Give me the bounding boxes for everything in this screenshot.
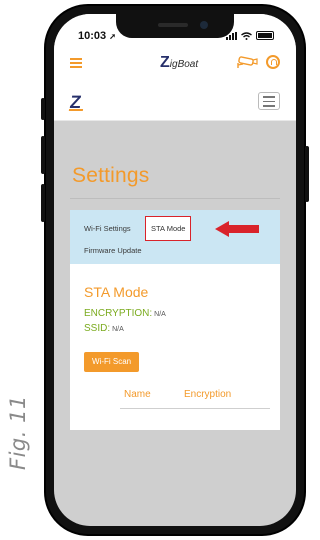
tab-firmware-update[interactable]: Firmware Update <box>84 246 142 255</box>
ssid-row: SSID: N/A <box>84 323 124 334</box>
front-camera <box>200 21 208 29</box>
settings-tabs: Wi-Fi Settings STA Mode Firmware Update <box>70 210 280 264</box>
location-arrow-icon: ➚ <box>109 32 116 41</box>
column-header-encryption: Encryption <box>184 389 232 400</box>
wifi-scan-button[interactable]: Wi-Fi Scan <box>84 352 140 372</box>
encryption-label: ENCRYPTION: <box>84 308 153 319</box>
column-header-name: Name <box>124 389 151 400</box>
phone-screen: 10:03 ➚ ZigBoat Z Settings Wi-Fi Setting… <box>54 14 296 526</box>
phone-frame: 10:03 ➚ ZigBoat Z Settings Wi-Fi Setting… <box>41 4 309 536</box>
wifi-icon <box>241 31 252 40</box>
app-bar: ZigBoat <box>54 48 296 79</box>
notch <box>116 14 234 38</box>
alarm-bell-icon[interactable] <box>266 55 280 69</box>
table-divider <box>120 408 270 409</box>
security-camera-icon[interactable] <box>236 56 258 70</box>
sta-mode-title: STA Mode <box>84 284 149 300</box>
title-divider <box>70 198 280 199</box>
ssid-value: N/A <box>112 326 124 333</box>
page-title: Settings <box>72 164 150 187</box>
figure-label: Fig. 11 <box>6 395 30 470</box>
tab-wifi-settings[interactable]: Wi-Fi Settings <box>84 224 131 233</box>
ssid-label: SSID: <box>84 323 111 334</box>
status-icons <box>226 31 274 40</box>
red-pointer-arrow <box>215 221 259 237</box>
status-time: 10:03 ➚ <box>78 30 116 42</box>
speaker <box>158 23 188 27</box>
volume-up-button <box>41 136 45 174</box>
settings-card: Wi-Fi Settings STA Mode Firmware Update … <box>70 210 280 430</box>
encryption-value: N/A <box>154 311 166 318</box>
hamburger-menu-icon[interactable] <box>70 58 82 68</box>
site-navbar: Z <box>54 78 296 121</box>
volume-down-button <box>41 184 45 222</box>
encryption-row: ENCRYPTION: N/A <box>84 308 166 319</box>
power-button <box>305 146 309 202</box>
navbar-toggle-button[interactable] <box>258 92 280 110</box>
brand-logo: ZigBoat <box>160 54 199 71</box>
tab-sta-mode[interactable]: STA Mode <box>145 216 192 241</box>
silent-switch <box>41 98 45 120</box>
battery-icon <box>256 31 274 40</box>
zigboat-logo[interactable]: Z <box>69 92 84 113</box>
